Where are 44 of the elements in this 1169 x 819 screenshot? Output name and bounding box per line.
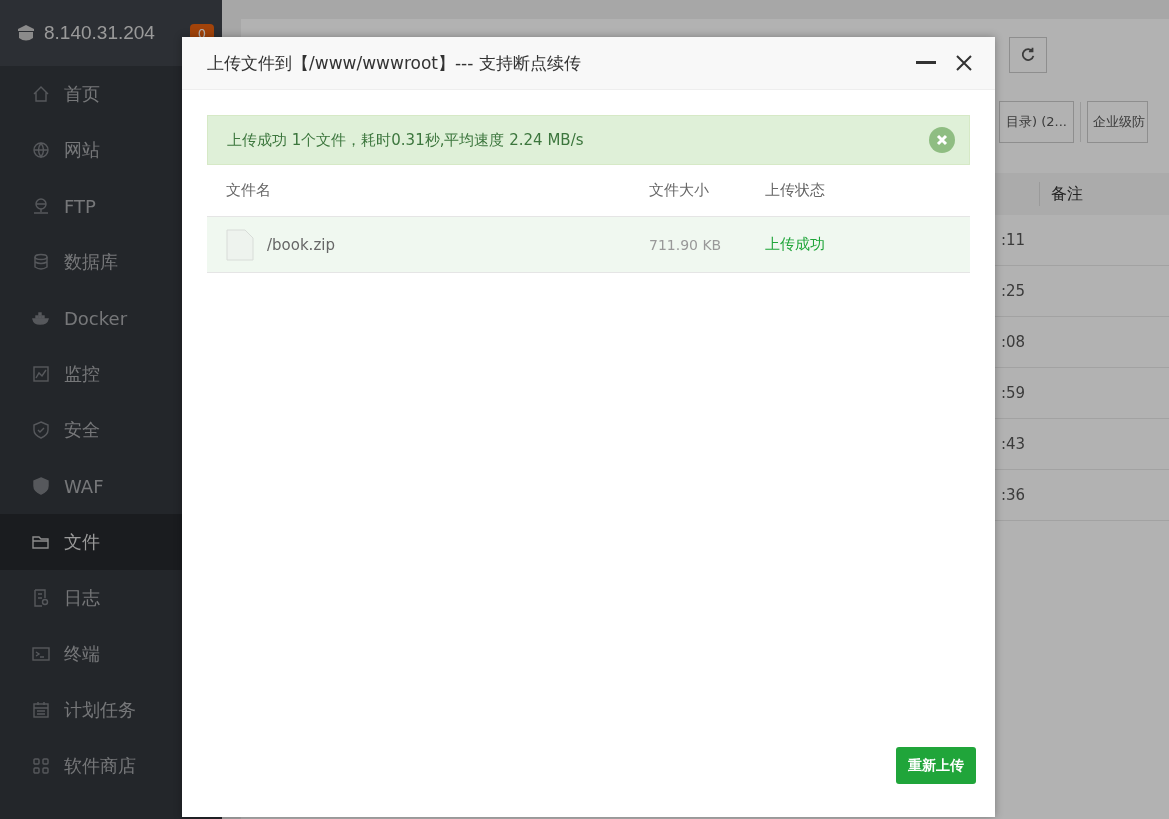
file-name: /book.zip	[267, 235, 335, 254]
refresh-icon	[1019, 46, 1037, 64]
sidebar-item[interactable]: 安全	[0, 402, 222, 458]
monitor-icon	[31, 364, 51, 384]
sidebar-item[interactable]: WAF	[0, 458, 222, 514]
time-cell: :11	[1001, 231, 1026, 249]
home-icon	[31, 84, 51, 104]
sidebar-item[interactable]: 日志	[0, 570, 222, 626]
sidebar-item[interactable]: 数据库	[0, 234, 222, 290]
time-cell: :43	[1001, 435, 1026, 453]
sidebar-item[interactable]: 监控	[0, 346, 222, 402]
grid-icon	[31, 756, 51, 776]
logo-icon	[16, 23, 36, 43]
file-size: 711.90 KB	[649, 236, 723, 253]
column-header: 上传状态	[765, 181, 825, 200]
directory-button[interactable]: 目录) (2...	[999, 101, 1074, 143]
alert-message: 上传成功 1个文件，耗时0.31秒,平均速度 2.24 MB/s	[227, 130, 584, 150]
time-cell: :59	[1001, 384, 1026, 402]
upload-status: 上传成功	[765, 235, 825, 254]
terminal-icon	[31, 644, 51, 664]
reupload-button[interactable]: 重新上传	[896, 747, 976, 784]
sidebar-item[interactable]: Docker	[0, 290, 222, 346]
column-header: 文件名	[225, 181, 272, 200]
server-address: 8.140.31.204	[44, 22, 155, 44]
column-header: 文件大小	[649, 181, 710, 200]
shield-icon	[31, 420, 51, 440]
calendar-icon	[31, 700, 51, 720]
sidebar-item[interactable]: 计划任务	[0, 682, 222, 738]
sidebar-item[interactable]: 终端	[0, 626, 222, 682]
time-cell: :36	[1001, 486, 1026, 504]
protection-button[interactable]: 企业级防	[1086, 101, 1148, 143]
sidebar-item[interactable]: 软件商店	[0, 738, 222, 794]
globe-icon	[31, 140, 51, 160]
close-icon[interactable]	[956, 55, 972, 71]
minimize-icon[interactable]	[916, 61, 936, 65]
dialog-title: 上传文件到【/www/wwwroot】--- 支持断点续传	[207, 51, 582, 75]
file-icon	[226, 228, 254, 261]
refresh-button[interactable]	[1009, 37, 1047, 73]
time-cell: :25	[1001, 282, 1026, 300]
database-icon	[31, 252, 51, 272]
sidebar-item[interactable]: 网站	[0, 122, 222, 178]
time-cell: :08	[1001, 333, 1026, 351]
sidebar-item[interactable]: FTP	[0, 178, 222, 234]
column-header: 备注	[1051, 183, 1083, 205]
